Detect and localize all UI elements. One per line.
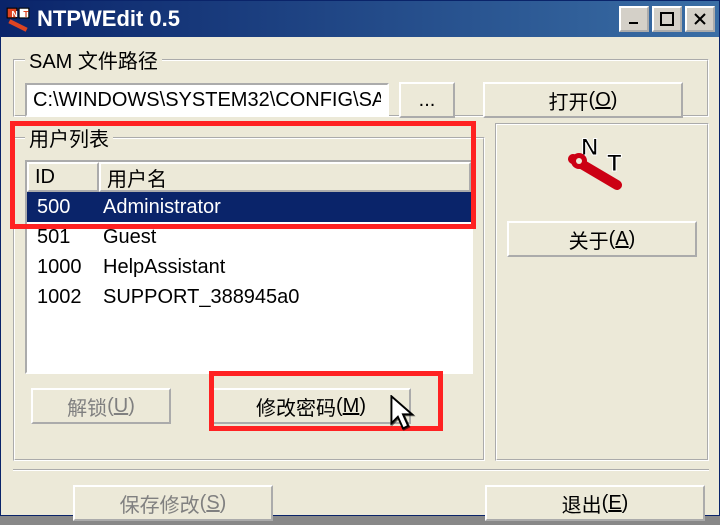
sam-path-input[interactable] [25, 83, 389, 117]
cell-id: 500 [27, 196, 99, 219]
change-password-button[interactable]: 修改密码(M) [211, 388, 411, 424]
unlock-button[interactable]: 解锁(U) [31, 388, 171, 424]
table-row[interactable]: 500Administrator [27, 192, 471, 222]
app-window: N T NTPWEdit 0.5 SAM 文件路径 ... [0, 0, 720, 516]
app-icon: N T [5, 6, 31, 32]
side-panel: N T 关于(A) [495, 123, 709, 461]
cell-username: Guest [99, 226, 471, 249]
client-area: SAM 文件路径 ... 打开(O) 用户列表 ID 用户名 500Admini… [7, 41, 713, 509]
cell-username: HelpAssistant [99, 256, 471, 279]
sam-path-group: SAM 文件路径 ... 打开(O) [13, 45, 709, 117]
open-button[interactable]: 打开(O) [483, 82, 683, 118]
table-row[interactable]: 501Guest [27, 222, 471, 252]
bottom-bar: 保存修改(S) 退出(E) [13, 469, 709, 525]
maximize-button[interactable] [652, 6, 682, 32]
minimize-button[interactable] [619, 6, 649, 32]
close-button[interactable] [685, 6, 715, 32]
browse-button[interactable]: ... [399, 82, 455, 118]
table-row[interactable]: 1000HelpAssistant [27, 252, 471, 282]
cell-id: 1002 [27, 286, 99, 309]
svg-text:T: T [607, 150, 622, 177]
cell-id: 501 [27, 226, 99, 249]
cell-username: Administrator [99, 196, 471, 219]
listview-header: ID 用户名 [27, 162, 471, 192]
window-title: NTPWEdit 0.5 [37, 6, 619, 32]
cell-id: 1000 [27, 256, 99, 279]
user-listview[interactable]: ID 用户名 500Administrator501Guest1000HelpA… [25, 160, 473, 374]
svg-text:N: N [12, 9, 18, 19]
titlebar[interactable]: N T NTPWEdit 0.5 [1, 1, 719, 37]
table-row[interactable]: 1002SUPPORT_388945a0 [27, 282, 471, 312]
app-logo: N T [567, 133, 637, 193]
cell-username: SUPPORT_388945a0 [99, 286, 471, 309]
sam-path-legend: SAM 文件路径 [25, 45, 162, 74]
about-button[interactable]: 关于(A) [507, 221, 697, 257]
userlist-legend: 用户列表 [25, 123, 113, 152]
userlist-group: 用户列表 ID 用户名 500Administrator501Guest1000… [13, 123, 485, 461]
column-id[interactable]: ID [27, 162, 99, 192]
svg-text:T: T [23, 9, 29, 19]
column-username[interactable]: 用户名 [99, 162, 471, 192]
